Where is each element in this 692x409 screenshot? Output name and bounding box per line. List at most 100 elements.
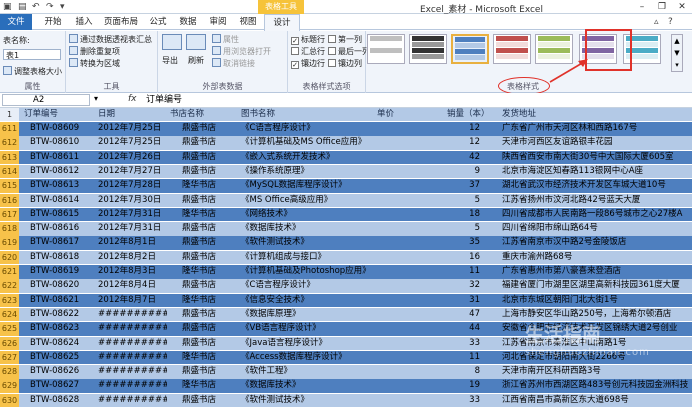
- table-cell[interactable]: 5: [445, 194, 500, 208]
- table-cell[interactable]: 北京市东城区朝阳门北大街1号: [501, 294, 692, 308]
- table-cell[interactable]: 鼎盛书店: [168, 322, 238, 336]
- table-cell[interactable]: 鼎盛书店: [168, 279, 238, 293]
- table-cell[interactable]: BTW-08625: [22, 351, 96, 365]
- table-cell[interactable]: 2012年7月30日: [97, 194, 167, 208]
- table-cell[interactable]: [377, 194, 444, 208]
- table-cell[interactable]: 鼎盛书店: [168, 151, 238, 165]
- table-cell[interactable]: 《计算机基础及Photoshop应用》: [239, 265, 376, 279]
- table-cell[interactable]: [377, 379, 444, 393]
- table-cell[interactable]: 《数据库原理》: [239, 308, 376, 322]
- row-header[interactable]: 615: [0, 179, 19, 193]
- table-cell[interactable]: 江苏省南京市汉中路2号金陵饭店: [501, 236, 692, 250]
- tab-home[interactable]: 开始: [38, 14, 68, 30]
- gallery-scroll[interactable]: ▲ ▼ ▾: [671, 34, 683, 72]
- table-cell[interactable]: 《MS Office高级应用》: [239, 194, 376, 208]
- table-cell[interactable]: 2012年7月26日: [97, 151, 167, 165]
- table-cell[interactable]: 16: [445, 251, 500, 265]
- row-header[interactable]: 614: [0, 164, 19, 179]
- table-cell[interactable]: BTW-08626: [22, 365, 96, 379]
- header-cell[interactable]: 书店名称: [168, 108, 238, 121]
- resize-table-button[interactable]: 调整表格大小: [3, 66, 62, 77]
- table-cell[interactable]: 广东省广州市天河区林和西路167号: [501, 122, 692, 136]
- table-cell[interactable]: 2012年8月2日: [97, 251, 167, 265]
- table-cell[interactable]: 隆华书店: [168, 265, 238, 279]
- table-cell[interactable]: BTW-08621: [22, 294, 96, 308]
- table-cell[interactable]: [377, 279, 444, 293]
- more-styles-icon[interactable]: ▾: [675, 61, 679, 69]
- scroll-down-icon[interactable]: ▼: [674, 49, 679, 57]
- table-cell[interactable]: 广东省惠州市第八豪喜来登酒店: [501, 265, 692, 279]
- table-cell[interactable]: 《Access数据库程序设计》: [239, 351, 376, 365]
- table-cell[interactable]: [377, 208, 444, 222]
- table-cell[interactable]: ############: [97, 308, 167, 322]
- table-cell[interactable]: 2012年8月1日: [97, 236, 167, 250]
- table-cell[interactable]: BTW-08628: [22, 394, 96, 408]
- table-style-swatch[interactable]: [409, 34, 447, 64]
- table-cell[interactable]: 《MySQL数据库程序设计》: [239, 179, 376, 193]
- table-cell[interactable]: 《软件工程》: [239, 365, 376, 379]
- table-cell[interactable]: 2012年7月25日: [97, 136, 167, 150]
- row-header[interactable]: 1: [0, 108, 19, 121]
- table-cell[interactable]: 33: [445, 394, 500, 408]
- row-header[interactable]: 619: [0, 236, 19, 250]
- table-cell[interactable]: 天津市河西区友谊路银丰花园: [501, 136, 692, 150]
- table-cell[interactable]: 《数据库技术》: [239, 222, 376, 236]
- minimize-ribbon-icon[interactable]: ▵: [654, 17, 659, 27]
- table-cell[interactable]: [377, 351, 444, 365]
- header-cell[interactable]: 图书名称: [239, 108, 376, 121]
- table-cell[interactable]: 《软件测试技术》: [239, 236, 376, 250]
- table-cell[interactable]: BTW-08610: [22, 136, 96, 150]
- tab-file[interactable]: 文件: [0, 14, 32, 30]
- customize-qat-icon[interactable]: ▾: [60, 2, 65, 12]
- open-in-browser-button[interactable]: 用浏览器打开: [212, 46, 271, 57]
- table-cell[interactable]: BTW-08618: [22, 251, 96, 265]
- banded-rows-checkbox[interactable]: ✓ 镶边行: [291, 58, 325, 69]
- table-style-swatch[interactable]: [493, 34, 531, 64]
- convert-to-range-button[interactable]: 转换为区域: [69, 58, 120, 69]
- row-header[interactable]: 612: [0, 136, 19, 150]
- table-cell[interactable]: 鼎盛书店: [168, 394, 238, 408]
- table-cell[interactable]: 5: [445, 222, 500, 236]
- table-cell[interactable]: 11: [445, 265, 500, 279]
- insert-function-icon[interactable]: fx: [128, 94, 137, 104]
- table-cell[interactable]: 11: [445, 351, 500, 365]
- table-cell[interactable]: 42: [445, 151, 500, 165]
- pivot-summarize-button[interactable]: 通过数据透视表汇总: [69, 34, 152, 45]
- table-cell[interactable]: 隆华书店: [168, 351, 238, 365]
- row-header[interactable]: 616: [0, 193, 19, 207]
- name-box-dropdown-icon[interactable]: ▾: [94, 94, 98, 103]
- row-header[interactable]: 611: [0, 122, 19, 136]
- table-cell[interactable]: 《Java语言程序设计》: [239, 337, 376, 351]
- table-cell[interactable]: 2012年7月31日: [97, 222, 167, 236]
- header-row-checkbox[interactable]: ✓ 标题行: [291, 34, 325, 45]
- table-cell[interactable]: 鼎盛书店: [168, 136, 238, 150]
- table-cell[interactable]: BTW-08616: [22, 222, 96, 236]
- table-cell[interactable]: 鼎盛书店: [168, 194, 238, 208]
- table-cell[interactable]: 福建省厦门市湖里区湖里高新科技园361度大厦: [501, 279, 692, 293]
- row-header[interactable]: 623: [0, 293, 19, 308]
- last-column-checkbox[interactable]: 最后一列: [328, 46, 370, 57]
- table-cell[interactable]: 隆华书店: [168, 179, 238, 193]
- table-cell[interactable]: 37: [445, 179, 500, 193]
- table-cell[interactable]: [377, 294, 444, 308]
- table-cell[interactable]: ############: [97, 322, 167, 336]
- table-cell[interactable]: 鼎盛书店: [168, 122, 238, 136]
- table-cell[interactable]: [377, 236, 444, 250]
- table-cell[interactable]: [377, 394, 444, 408]
- table-cell[interactable]: BTW-08611: [22, 151, 96, 165]
- table-cell[interactable]: 隆华书店: [168, 379, 238, 393]
- table-cell[interactable]: 鼎盛书店: [168, 337, 238, 351]
- table-cell[interactable]: 江西省南昌市高新区东大道698号: [501, 394, 692, 408]
- restore-icon[interactable]: ❐: [652, 0, 672, 14]
- table-cell[interactable]: BTW-08612: [22, 165, 96, 179]
- total-row-checkbox[interactable]: 汇总行: [291, 46, 325, 57]
- undo-icon[interactable]: ↶: [32, 2, 40, 12]
- table-cell[interactable]: ############: [97, 351, 167, 365]
- table-cell[interactable]: 北京市海淀区知春路113银网中心A座: [501, 165, 692, 179]
- table-cell[interactable]: 隆华书店: [168, 294, 238, 308]
- table-cell[interactable]: [377, 308, 444, 322]
- table-cell[interactable]: 《信息安全技术》: [239, 294, 376, 308]
- table-cell[interactable]: 四川省绵阳市绵山路64号: [501, 222, 692, 236]
- table-cell[interactable]: 2012年8月3日: [97, 265, 167, 279]
- row-header[interactable]: 629: [0, 379, 19, 393]
